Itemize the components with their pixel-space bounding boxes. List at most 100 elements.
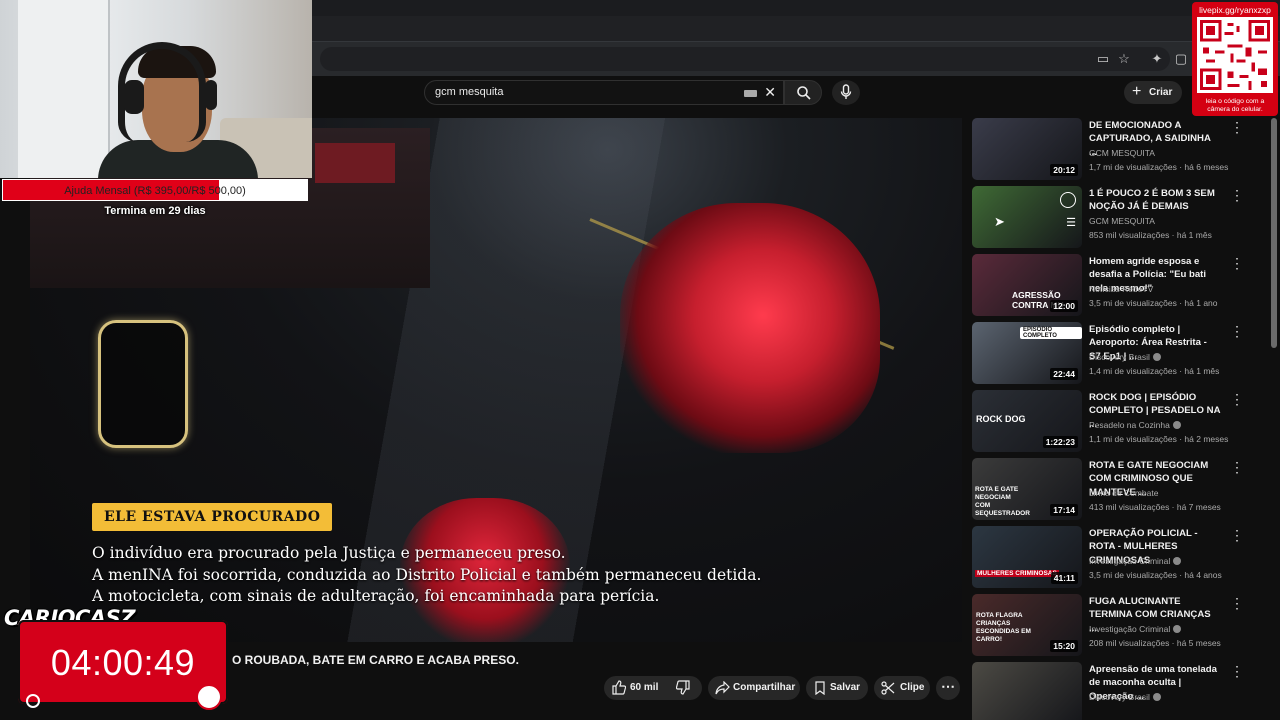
channel-name[interactable]: Investigação Criminal <box>1089 556 1182 566</box>
thumbnail-text: ROTA FLAGRA CRIANÇAS ESCONDIDAS EM CARRO… <box>976 612 1031 643</box>
address-bar[interactable] <box>320 47 1170 71</box>
clip-button[interactable]: Clipe <box>874 676 930 700</box>
video-thumbnail[interactable]: AGRESSÃO CONTRA MU 12:00 <box>972 254 1082 316</box>
donation-goal-text: Ajuda Mensal (R$ 395,00/R$ 500,00) <box>64 185 246 197</box>
channel-name-text[interactable]: Discovery Brasil <box>1089 352 1150 362</box>
recommendation-item[interactable]: ROCK DOG 1:22:23 ROCK DOG | EPISÓDIO COM… <box>972 390 1272 454</box>
video-meta: 1,1 mi de visualizações · há 2 meses <box>1089 434 1229 444</box>
browser-tab-strip[interactable] <box>312 16 1280 42</box>
recommendation-title[interactable]: 1 É POUCO 2 É BOM 3 SEM NOÇÃO JÁ É DEMAI… <box>1089 187 1221 214</box>
more-options-icon[interactable]: ⋮ <box>1230 120 1244 134</box>
video-overlay-frame <box>98 320 188 448</box>
more-options-icon[interactable]: ⋮ <box>1230 392 1244 406</box>
dislike-icon[interactable] <box>676 680 690 695</box>
extension-icon[interactable]: ✦ <box>1148 50 1166 68</box>
clear-search-icon[interactable]: ✕ <box>764 84 776 100</box>
channel-name[interactable]: Linha de Combate <box>1089 488 1158 498</box>
channel-name[interactable]: Discovery Brasil <box>1089 692 1161 702</box>
keyboard-icon[interactable] <box>744 90 757 97</box>
search-box[interactable]: gcm mesquita ✕ <box>424 80 784 105</box>
video-meta: 208 mil visualizações · há 5 meses <box>1089 638 1221 648</box>
video-meta: 1,7 mi de visualizações · há 6 meses <box>1089 162 1229 172</box>
video-thumbnail[interactable]: ROTA FLAGRA CRIANÇAS ESCONDIDAS EM CARRO… <box>972 594 1082 656</box>
video-thumbnail[interactable]: ROCK DOG 1:22:23 <box>972 390 1082 452</box>
channel-name[interactable]: Discovery Brasil <box>1089 352 1161 362</box>
donation-url: livepix.gg/ryanxzxp <box>1199 5 1271 15</box>
share-button[interactable]: Compartilhar <box>708 676 800 700</box>
duration-badge: 17:14 <box>1050 504 1078 516</box>
bookmark-icon <box>815 681 825 695</box>
recommendation-item[interactable]: 20:12 DE EMOCIONADO A CAPTURADO, A SAIDI… <box>972 118 1272 182</box>
channel-name[interactable]: Investigação Criminal <box>1089 624 1182 634</box>
recommendation-item[interactable]: ROTA FLAGRA CRIANÇAS ESCONDIDAS EM CARRO… <box>972 594 1272 658</box>
thumbnail-text: ROCK DOG <box>976 414 1026 424</box>
video-thumbnail[interactable] <box>972 662 1082 720</box>
recommendation-item[interactable]: AGRESSÃO CONTRA MU 12:00 Homem agride es… <box>972 254 1272 318</box>
channel-name[interactable]: Notícias RedeTV <box>1089 284 1153 294</box>
caption-text: O indivíduo era procurado pela Justiça e… <box>92 543 952 608</box>
donation-qr-panel: livepix.gg/ryanxzxp leia o código com a … <box>1192 2 1278 116</box>
more-options-icon[interactable]: ⋮ <box>1230 596 1244 610</box>
webcam-background-door <box>18 0 110 178</box>
recommendation-item[interactable]: Apreensão de uma tonelada de maconha ocu… <box>972 662 1272 720</box>
video-thumbnail[interactable]: EPISÓDIO COMPLETO 22:44 <box>972 322 1082 384</box>
channel-name-text[interactable]: Discovery Brasil <box>1089 692 1150 702</box>
search-button[interactable] <box>784 80 822 105</box>
video-frame-sign <box>315 143 395 183</box>
thumbnail-text: ROTA E GATE NEGOCIAM COM SEQUESTRADOR <box>975 486 1030 517</box>
video-meta: 853 mil visualizações · há 1 mês <box>1089 230 1212 240</box>
duration-badge: 41:11 <box>1050 572 1078 584</box>
bookmark-star-icon[interactable]: ☆ <box>1115 50 1133 68</box>
thumbnail-text: EPISÓDIO COMPLETO <box>1020 327 1082 339</box>
watch-later-icon[interactable] <box>1060 192 1076 208</box>
video-thumbnail[interactable]: 20:12 <box>972 118 1082 180</box>
like-count[interactable]: 60 mil <box>630 682 658 693</box>
duration-badge: 22:44 <box>1050 368 1078 380</box>
caption-line: O indivíduo era procurado pela Justiça e… <box>92 544 566 562</box>
channel-name[interactable]: Pesadelo na Cozinha <box>1089 420 1181 430</box>
create-button[interactable]: + Criar <box>1124 81 1182 104</box>
caption-line: A motocicleta, com sinais de adulteração… <box>92 587 660 605</box>
donation-goal-bar: Ajuda Mensal (R$ 395,00/R$ 500,00) <box>2 179 308 201</box>
voice-search-button[interactable] <box>832 80 860 105</box>
more-options-icon[interactable]: ⋮ <box>1230 460 1244 474</box>
microphone-icon <box>840 84 852 99</box>
search-icon <box>797 86 811 100</box>
more-options-icon[interactable]: ⋮ <box>1230 324 1244 338</box>
channel-name-text[interactable]: Investigação Criminal <box>1089 624 1170 634</box>
duration-badge: 1:22:23 <box>1042 436 1078 448</box>
recommendation-item[interactable]: EPISÓDIO COMPLETO 22:44 Episódio complet… <box>972 322 1272 386</box>
channel-name-text[interactable]: Investigação Criminal <box>1089 556 1170 566</box>
video-meta: 3,5 mi de visualizações · há 4 anos <box>1089 570 1222 580</box>
recommendation-item[interactable]: ROTA E GATE NEGOCIAM COM SEQUESTRADOR 17… <box>972 458 1272 522</box>
more-options-icon[interactable]: ⋮ <box>1230 256 1244 270</box>
more-options-icon[interactable]: ⋮ <box>1230 664 1244 678</box>
more-options-icon[interactable]: ⋮ <box>1230 528 1244 542</box>
channel-name-text[interactable]: Pesadelo na Cozinha <box>1089 420 1170 430</box>
verified-icon <box>1173 557 1182 565</box>
verified-icon <box>1173 625 1182 633</box>
share-label: Compartilhar <box>733 682 796 693</box>
add-to-queue-icon[interactable]: ☰ <box>1066 216 1076 229</box>
video-thumbnail[interactable]: ☰ ➤ <box>972 186 1082 248</box>
more-options-icon[interactable]: ⋮ <box>1230 188 1244 202</box>
caption-tag: ELE ESTAVA PROCURADO <box>92 503 333 531</box>
video-thumbnail[interactable]: MULHERES CRIMINOSAS 41:11 <box>972 526 1082 588</box>
like-icon[interactable] <box>612 680 626 695</box>
scissors-icon <box>881 681 895 695</box>
install-app-icon[interactable]: ▭ <box>1094 50 1112 68</box>
extensions-puzzle-icon[interactable]: ▢ <box>1172 50 1190 68</box>
video-meta: 413 mil visualizações · há 7 meses <box>1089 502 1221 512</box>
sidebar-scrollbar[interactable] <box>1271 118 1277 348</box>
video-frame-motorcycle <box>620 203 880 453</box>
create-label: Criar <box>1149 87 1173 98</box>
channel-name[interactable]: GCM MESQUITA <box>1089 216 1155 226</box>
qr-code-icon <box>1197 17 1273 93</box>
save-button[interactable]: Salvar <box>806 676 868 700</box>
recommendation-item[interactable]: ☰ ➤ 1 É POUCO 2 É BOM 3 SEM NOÇÃO JÁ É D… <box>972 186 1272 250</box>
more-actions-icon[interactable]: ⋯ <box>936 676 960 700</box>
search-input[interactable]: gcm mesquita <box>435 86 503 98</box>
channel-name[interactable]: GCM MESQUITA <box>1089 148 1155 158</box>
video-thumbnail[interactable]: ROTA E GATE NEGOCIAM COM SEQUESTRADOR 17… <box>972 458 1082 520</box>
recommendation-item[interactable]: MULHERES CRIMINOSAS 41:11 OPERAÇÃO POLIC… <box>972 526 1272 590</box>
